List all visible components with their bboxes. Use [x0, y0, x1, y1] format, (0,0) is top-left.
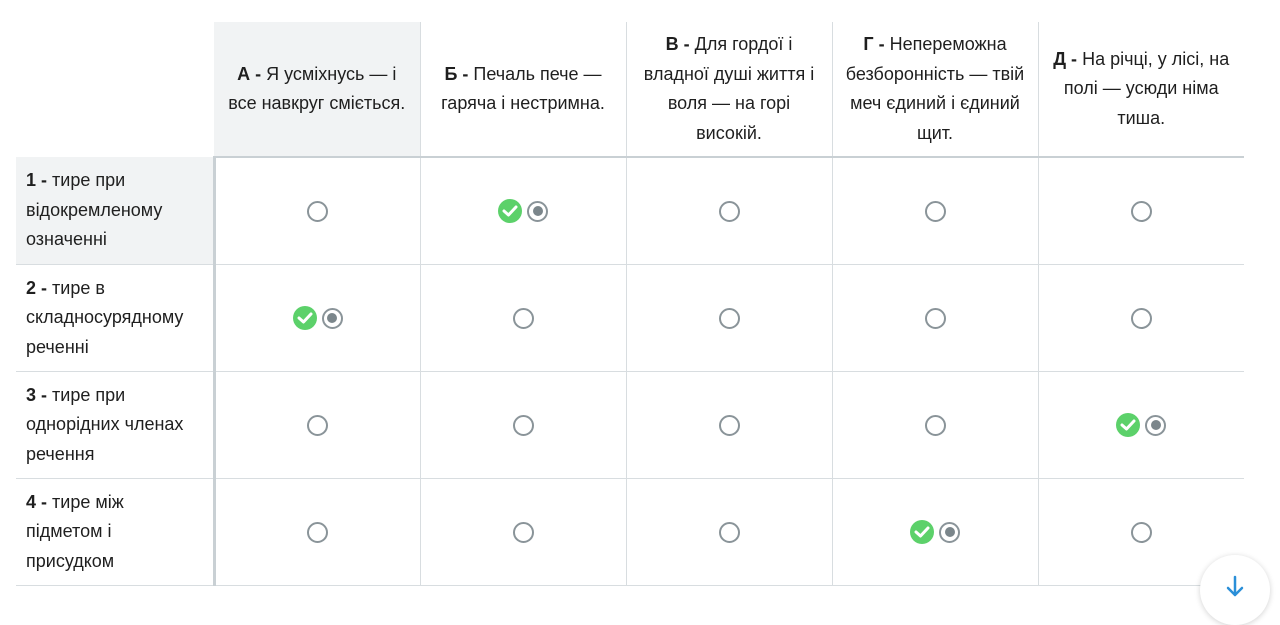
answer-cell-1-a	[214, 157, 420, 265]
radio-icon[interactable]	[512, 307, 534, 329]
row-number: 4 -	[26, 491, 48, 512]
column-header-v: В - Для гордої і владної душі життя і во…	[625, 22, 832, 158]
answer-cell-4-g	[831, 478, 1038, 586]
radio-icon[interactable]	[1145, 414, 1167, 436]
column-header-d: Д - На річці, у лісі, на полі — усюди ні…	[1037, 22, 1244, 158]
header-row: А - Я усміхнусь — і все навкруг сміється…	[16, 22, 1244, 158]
radio-icon[interactable]	[307, 521, 328, 543]
row-header-2: 2 - тире в складносурядному реченні	[16, 264, 216, 372]
answer-cell-1-d	[1037, 157, 1244, 265]
column-letter: Д -	[1053, 48, 1078, 69]
row-number: 1 -	[26, 170, 48, 191]
column-header-a: А - Я усміхнусь — і все навкруг сміється…	[214, 22, 420, 158]
matching-table: А - Я усміхнусь — і все навкруг сміється…	[16, 22, 1244, 586]
row-text: тире при відокремленому означенні	[26, 170, 163, 250]
row-number: 3 -	[26, 384, 48, 405]
arrow-down-icon	[1226, 575, 1244, 597]
table-row: 1 - тире при відокремленому означенні	[16, 157, 1244, 265]
column-text: На річці, у лісі, на полі — усюди німа т…	[1063, 48, 1230, 128]
answer-cell-3-v	[625, 371, 832, 479]
check-circle-icon	[292, 306, 317, 330]
answer-cell-4-b	[419, 478, 626, 586]
answer-cell-3-b	[419, 371, 626, 479]
column-letter: А -	[237, 63, 262, 84]
column-letter: Г -	[863, 34, 885, 54]
radio-icon[interactable]	[1130, 521, 1152, 543]
radio-icon[interactable]	[718, 521, 740, 543]
answer-cell-1-g	[831, 157, 1038, 265]
answer-cell-1-b	[419, 157, 626, 265]
answer-cell-2-g	[831, 264, 1038, 372]
column-header-b: Б - Печаль пече — гаряча і нестримна.	[419, 22, 626, 158]
row-header-4: 4 - тире між підметом і присудком	[16, 478, 216, 586]
radio-icon[interactable]	[1130, 200, 1152, 222]
answer-cell-2-d	[1037, 264, 1244, 372]
radio-icon[interactable]	[939, 521, 960, 543]
answer-cell-3-d	[1037, 371, 1244, 479]
row-header-1: 1 - тире при відокремленому означенні	[16, 157, 216, 265]
answer-cell-4-v	[625, 478, 832, 586]
radio-icon[interactable]	[307, 414, 328, 436]
radio-icon[interactable]	[321, 307, 343, 329]
answer-cell-2-v	[625, 264, 832, 372]
answer-cell-3-g	[831, 371, 1038, 479]
radio-icon[interactable]	[512, 414, 534, 436]
check-circle-icon	[1116, 413, 1141, 437]
radio-icon[interactable]	[718, 414, 740, 436]
radio-icon[interactable]	[512, 521, 534, 543]
column-letter: В -	[665, 34, 690, 54]
row-number: 2 -	[26, 277, 48, 298]
scroll-down-button[interactable]	[1200, 555, 1270, 625]
row-text: тире при однорідних членах речення	[26, 384, 184, 464]
check-circle-icon	[910, 520, 934, 544]
answer-cell-3-a	[214, 371, 420, 479]
radio-icon[interactable]	[924, 200, 946, 222]
row-header-3: 3 - тире при однорідних членах речення	[16, 371, 216, 479]
radio-icon[interactable]	[527, 200, 548, 222]
radio-icon[interactable]	[307, 200, 328, 222]
radio-icon[interactable]	[1130, 307, 1152, 329]
radio-icon[interactable]	[718, 307, 740, 329]
column-header-g: Г - Непереможна безборонність — твій меч…	[831, 22, 1038, 158]
answer-cell-1-v	[625, 157, 832, 265]
answer-cell-2-a	[214, 264, 420, 372]
column-letter: Б -	[444, 63, 469, 84]
table-row: 3 - тире при однорідних членах речення	[16, 371, 1244, 479]
radio-icon[interactable]	[924, 307, 946, 329]
table-row: 4 - тире між підметом і присудком	[16, 478, 1244, 586]
corner-cell	[16, 22, 214, 157]
radio-icon[interactable]	[718, 200, 740, 222]
row-text: тире в складносурядному реченні	[26, 277, 184, 357]
radio-icon[interactable]	[924, 414, 946, 436]
answer-cell-2-b	[419, 264, 626, 372]
answer-cell-4-a	[214, 478, 420, 586]
table-row: 2 - тире в складносурядному реченні	[16, 264, 1244, 372]
check-circle-icon	[498, 199, 522, 223]
